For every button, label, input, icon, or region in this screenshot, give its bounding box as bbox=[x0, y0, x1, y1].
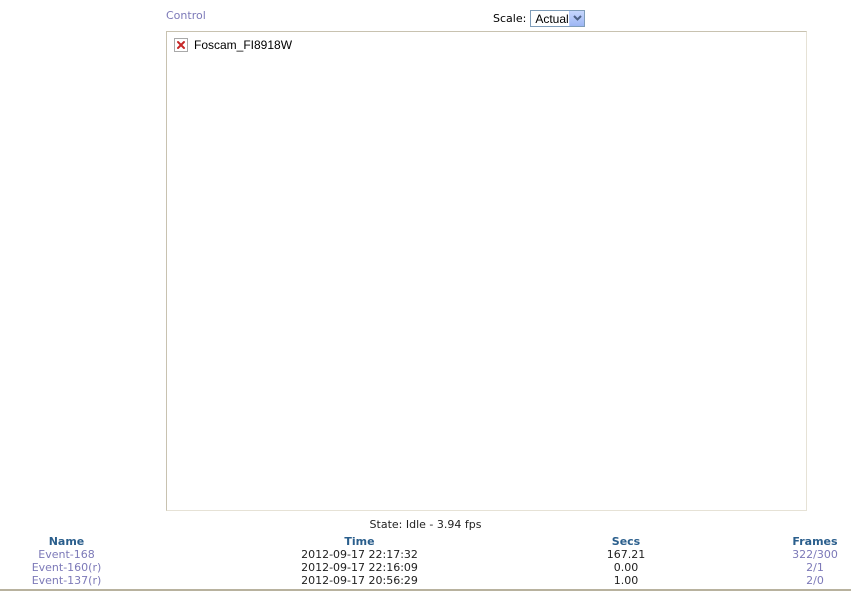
chevron-down-icon[interactable] bbox=[569, 10, 585, 26]
events-header-row: Name Time Secs Frames bbox=[0, 535, 851, 548]
stream-image: Foscam_FI8918W bbox=[174, 38, 292, 52]
event-time: 2012-09-17 22:17:32 bbox=[301, 548, 418, 561]
event-name-link[interactable]: Event-168 bbox=[0, 548, 133, 561]
scale-control: Scale: Actual bbox=[493, 9, 586, 27]
events-table: Name Time Secs Frames Event-168 2012-09-… bbox=[0, 535, 851, 587]
event-time: 2012-09-17 20:56:29 bbox=[301, 574, 418, 587]
broken-image-icon bbox=[174, 38, 188, 52]
column-spacer bbox=[666, 561, 785, 574]
event-time: 2012-09-17 22:16:09 bbox=[301, 561, 418, 574]
table-row: Event-137(r) 2012-09-17 20:56:29 1.00 2/… bbox=[0, 574, 851, 587]
event-frames-link[interactable]: 2/1 bbox=[785, 561, 845, 574]
column-spacer bbox=[666, 548, 785, 561]
scale-label: Scale: bbox=[493, 11, 527, 25]
column-header-name: Name bbox=[48, 535, 85, 548]
control-link[interactable]: Control bbox=[166, 9, 206, 22]
event-name-link[interactable]: Event-137(r) bbox=[0, 574, 133, 587]
scale-selected-value: Actual bbox=[535, 11, 569, 26]
event-name-link[interactable]: Event-160(r) bbox=[0, 561, 133, 574]
table-row: Event-168 2012-09-17 22:17:32 167.21 322… bbox=[0, 548, 851, 561]
event-secs: 1.00 bbox=[613, 574, 639, 587]
column-header-frames: Frames bbox=[792, 535, 838, 548]
column-header-secs: Secs bbox=[611, 535, 641, 548]
monitor-stream-frame[interactable]: Foscam_FI8918W bbox=[166, 31, 807, 511]
column-header-time: Time bbox=[344, 535, 375, 548]
event-frames-link[interactable]: 2/0 bbox=[785, 574, 845, 587]
column-spacer bbox=[666, 535, 785, 548]
event-secs: 167.21 bbox=[606, 548, 646, 561]
event-secs: 0.00 bbox=[613, 561, 639, 574]
footer-divider bbox=[0, 589, 851, 591]
column-spacer bbox=[666, 574, 785, 587]
table-row: Event-160(r) 2012-09-17 22:16:09 0.00 2/… bbox=[0, 561, 851, 574]
scale-select[interactable]: Actual bbox=[530, 9, 586, 27]
stream-alt-text: Foscam_FI8918W bbox=[194, 38, 293, 52]
monitor-status: State: Idle - 3.94 fps bbox=[369, 518, 482, 531]
event-frames-link[interactable]: 322/300 bbox=[785, 548, 845, 561]
